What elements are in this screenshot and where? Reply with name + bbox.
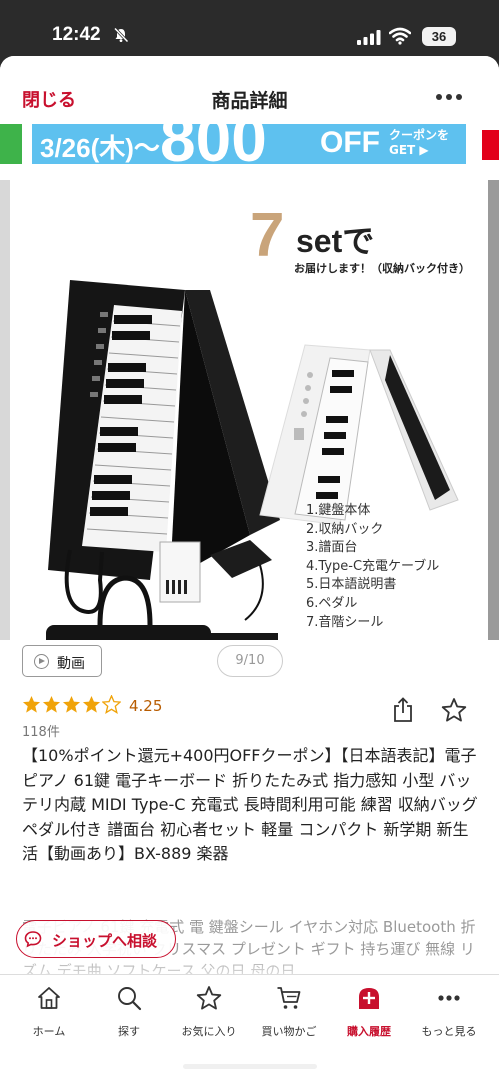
parts-list-item: 1.鍵盤本体 [306, 503, 371, 518]
banner-off: OFF [320, 126, 380, 159]
signal-icon [357, 30, 381, 45]
shop-consult-label: ショップへ相談 [52, 932, 158, 950]
star-icon [196, 986, 222, 1010]
star-filled-icon [62, 695, 81, 713]
banner-prev-peek[interactable] [0, 124, 22, 164]
parts-list-item: 5.日本語説明書 [306, 577, 397, 593]
cart-icon [277, 987, 301, 1009]
star-empty-icon [102, 695, 121, 714]
favorite-star-icon[interactable] [441, 697, 467, 723]
tab-home[interactable]: ホーム [9, 985, 89, 1045]
tab-search-label: 探す [118, 1025, 140, 1038]
product-image[interactable]: 7 setで お届けします！（収納バック付き） 1.鍵盤本体 2.収納バック 3… [10, 180, 488, 640]
more-icon [438, 995, 460, 1001]
home-indicator[interactable] [183, 1064, 317, 1069]
shop-consult-button[interactable]: ショップへ相談 [16, 920, 176, 958]
carousel-next-peek[interactable] [488, 180, 499, 640]
home-icon [38, 987, 60, 1009]
chat-icon [24, 931, 42, 948]
parts-list-item: 6.ペダル [306, 595, 358, 611]
tab-more[interactable]: もっと見る [409, 985, 489, 1045]
product-detail-sheet: 閉じる 商品詳細 3/26(木)～ 800 OFF クーポンを GET ▶ 7 … [0, 56, 499, 1080]
product-title: 【10%ポイント還元+400円OFFクーポン】【日本語表記】電子ピアノ 61鍵 … [22, 746, 478, 863]
coupon-banner[interactable]: 3/26(木)～ 800 OFF クーポンを GET ▶ [32, 124, 466, 164]
tab-home-label: ホーム [32, 1025, 66, 1038]
video-label: 動画 [57, 656, 85, 672]
rating-value[interactable]: 4.25 [129, 697, 162, 715]
tab-favorites-label: お気に入り [181, 1025, 237, 1038]
wifi-icon [389, 27, 411, 45]
tab-more-label: もっと見る [421, 1025, 477, 1038]
nav-bar: 閉じる 商品詳細 [0, 56, 499, 118]
star-filled-icon [42, 695, 61, 713]
image-page-indicator: 9/10 [217, 645, 283, 677]
status-time: 12:42 [52, 24, 101, 45]
tab-favorites[interactable]: お気に入り [169, 985, 249, 1045]
banner-amount: 800 [160, 124, 267, 164]
image-carousel[interactable]: 7 setで お届けします！（収納バック付き） 1.鍵盤本体 2.収納バック 3… [0, 180, 499, 640]
review-count[interactable]: 118件 [22, 721, 60, 740]
parts-list-item: 2.収納バック [306, 521, 384, 537]
tab-purchase-history-label: 購入履歴 [347, 1025, 391, 1038]
carousel-prev-peek[interactable] [0, 180, 10, 640]
parts-list-item: 3.譜面台 [306, 540, 358, 556]
history-icon [359, 988, 379, 1009]
tab-search[interactable]: 探す [89, 985, 169, 1045]
tab-purchase-history[interactable]: 購入履歴 [329, 985, 409, 1045]
video-button[interactable]: 動画 [22, 645, 102, 677]
parts-list: 1.鍵盤本体 2.収納バック 3.譜面台 4.Type-C充電ケーブル 5.日本… [306, 502, 439, 632]
search-icon [118, 987, 142, 1011]
tab-cart[interactable]: 買い物かご [249, 985, 329, 1045]
banner-next-peek[interactable] [476, 124, 499, 164]
page-title: 商品詳細 [211, 90, 288, 112]
bell-muted-icon [113, 27, 129, 43]
share-icon[interactable] [393, 697, 413, 723]
banner-coupon-cta: クーポンを GET ▶ [389, 128, 450, 157]
parts-list-item: 4.Type-C充電ケーブル [306, 558, 440, 574]
play-icon [34, 654, 49, 669]
star-filled-icon [22, 695, 41, 713]
parts-list-item: 7.音階シール [306, 614, 384, 630]
status-bar: 12:42 36 [0, 0, 499, 56]
tab-cart-label: 買い物かご [261, 1025, 317, 1038]
more-options-icon[interactable] [434, 92, 464, 102]
banner-date: 3/26(木)～ [40, 133, 160, 163]
battery-indicator: 36 [422, 27, 456, 46]
star-filled-icon [82, 695, 101, 713]
